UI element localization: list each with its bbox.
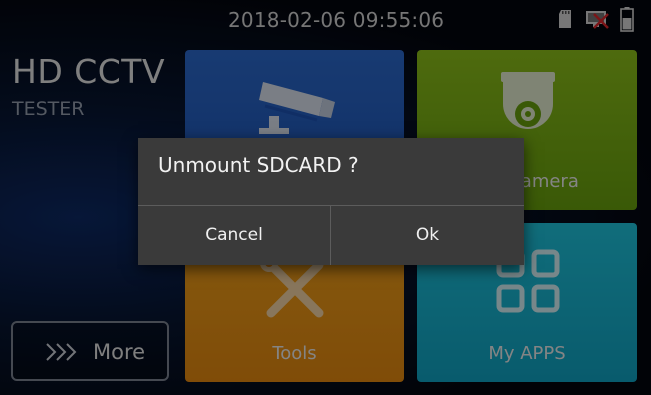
home-screen: 2018-02-06 09:55:06 HD CCTV TESTER HD Ca… [0, 0, 651, 395]
dialog-title: Unmount SDCARD ? [158, 153, 359, 177]
unmount-sdcard-dialog: Unmount SDCARD ? Cancel Ok [138, 138, 524, 265]
cancel-button[interactable]: Cancel [138, 206, 330, 265]
ok-button[interactable]: Ok [331, 206, 524, 265]
